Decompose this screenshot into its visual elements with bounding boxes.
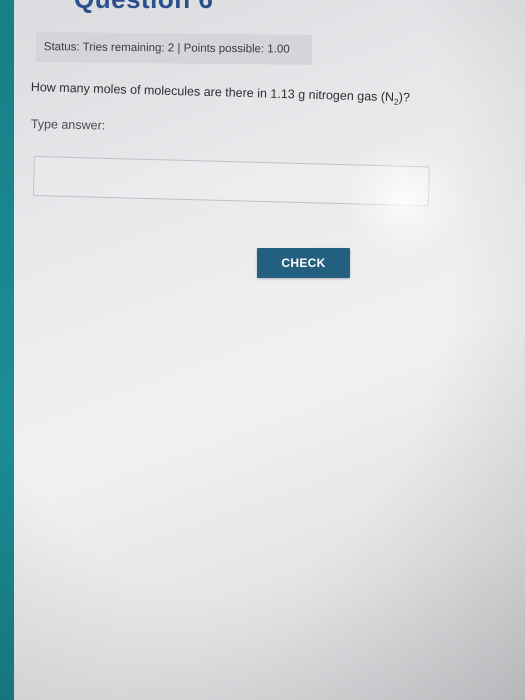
status-bar: Status: Tries remaining: 2 | Points poss…: [35, 32, 312, 65]
question-text: How many moles of molecules are there in…: [31, 80, 451, 108]
check-button[interactable]: CHECK: [257, 248, 350, 278]
question-text-end: )?: [398, 90, 411, 105]
status-text: Status: Tries remaining: 2 | Points poss…: [43, 41, 290, 56]
question-page: Question 6 Status: Tries remaining: 2 | …: [14, 0, 525, 700]
question-text-main: How many moles of molecules are there in…: [30, 80, 395, 105]
question-heading: Question 6: [74, 0, 213, 15]
answer-label: Type answer:: [30, 117, 106, 133]
answer-input[interactable]: [32, 156, 430, 207]
